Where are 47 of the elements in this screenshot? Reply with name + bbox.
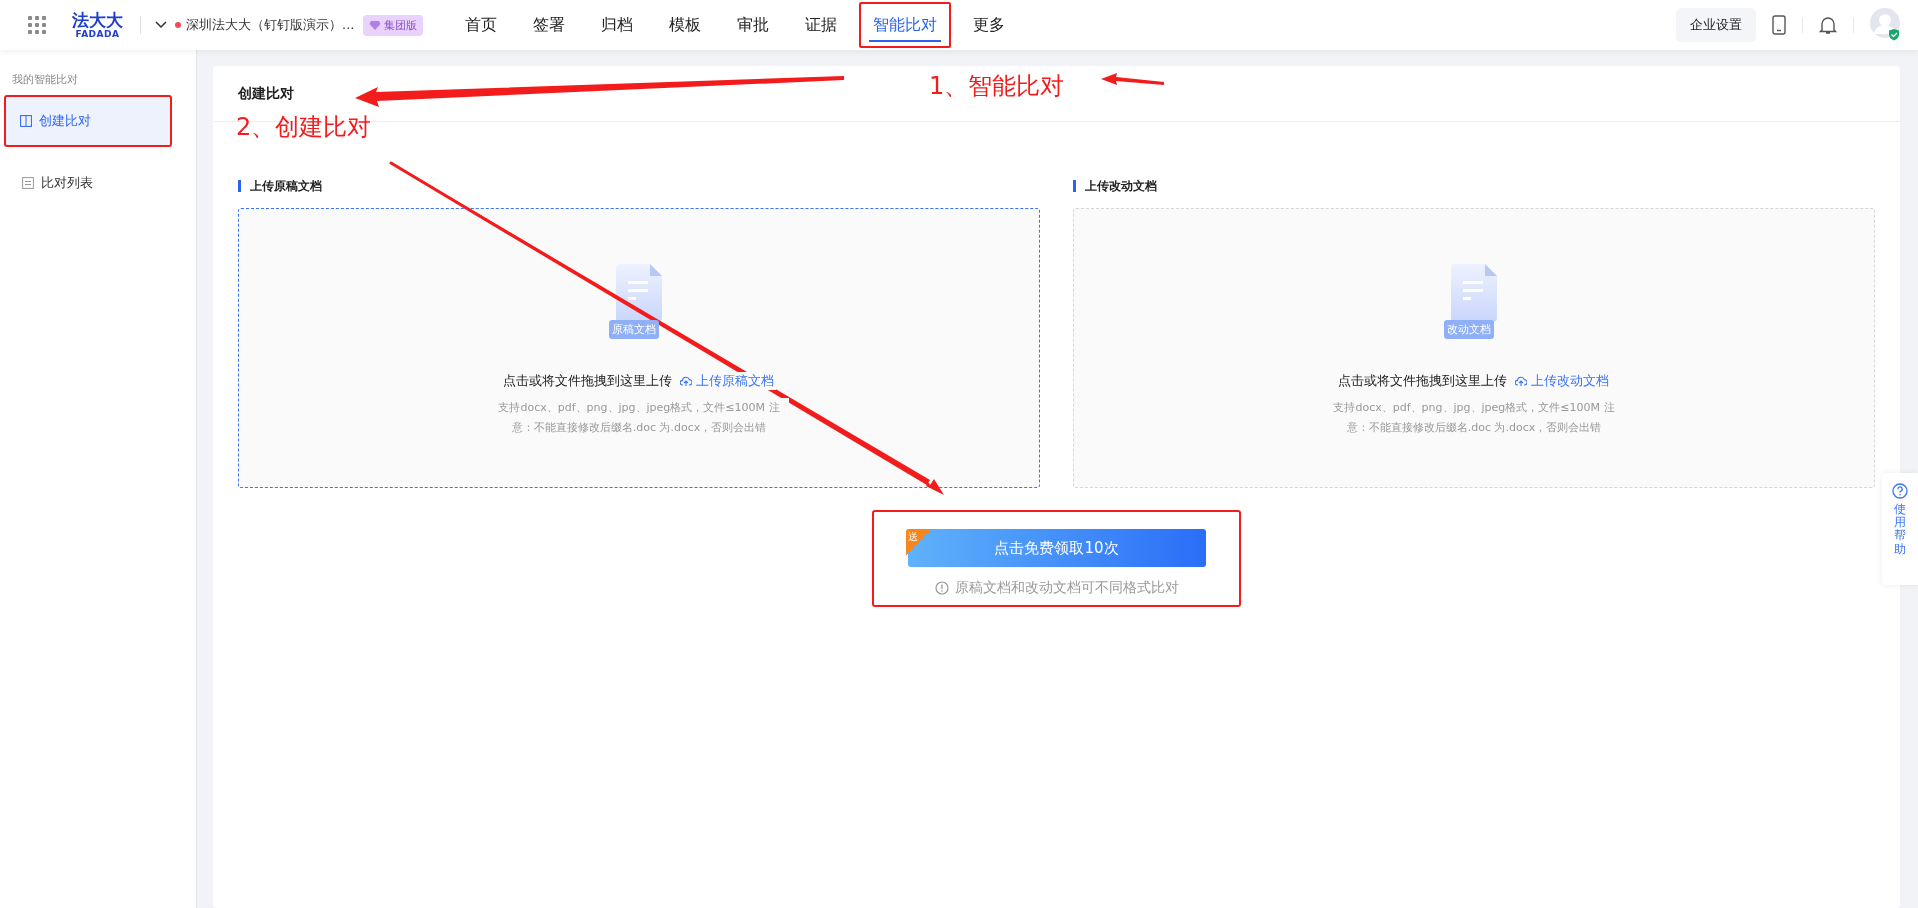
cloud-upload-icon [679, 375, 692, 387]
help-widget[interactable]: 使用帮助 [1882, 473, 1918, 585]
chevron-down-icon[interactable] [155, 21, 167, 29]
company-name[interactable]: 深圳法大大（钉钉版演示）... [186, 16, 355, 34]
enterprise-settings-button[interactable]: 企业设置 [1676, 8, 1756, 42]
nav-tab[interactable]: 签署 [519, 2, 580, 48]
document-icon [1451, 264, 1497, 322]
section-heading: 上传改动文档 [1073, 180, 1875, 192]
edition-label: 集团版 [384, 17, 418, 33]
format-note: 原稿文档和改动文档可不同格式比对 [954, 579, 1179, 597]
document-badge: 改动文档 [1444, 320, 1494, 339]
bell-icon[interactable] [1819, 15, 1837, 35]
section-heading: 上传原稿文档 [238, 180, 1040, 192]
annotation-arrow [1101, 73, 1164, 85]
nav-tab[interactable]: 审批 [723, 2, 784, 48]
upload-link[interactable]: 上传原稿文档 [677, 372, 776, 390]
upload-prompt: 点击或将文件拖拽到这里上传 [1337, 372, 1507, 390]
upload-dropzone[interactable]: 原稿文档 点击或将文件拖拽到这里上传 上传原稿文档 支持docx、pdf、png、jpg、jpeg格式，文件≤100M 注意：不能直接修改后缀名.doc 为.docx，否则会出错 [238, 208, 1040, 488]
info-icon [934, 581, 949, 595]
apps-grid-icon[interactable] [28, 16, 46, 34]
logo-subtext: FADADA [75, 29, 120, 39]
list-icon [22, 177, 34, 189]
nav-tab[interactable]: 模板 [655, 2, 716, 48]
nav-tab[interactable]: 更多 [959, 2, 1020, 48]
gem-icon [369, 19, 382, 31]
nav-tab[interactable]: 证据 [791, 2, 852, 48]
upload-prompt: 点击或将文件拖拽到这里上传 [502, 372, 672, 390]
upload-link[interactable]: 上传改动文档 [1512, 372, 1611, 390]
logo-text: 法大大 [72, 11, 123, 29]
nav-tab[interactable]: 归档 [587, 2, 648, 48]
document-icon [616, 264, 662, 322]
nav-tab[interactable]: 首页 [451, 2, 512, 48]
nav-tab[interactable]: 智能比对 [859, 2, 952, 48]
status-dot [175, 22, 181, 28]
sidebar-item[interactable]: 比对列表 [0, 155, 196, 211]
annotation-label: 2、创建比对 [236, 112, 372, 143]
columns-icon [20, 115, 32, 127]
page-title: 创建比对 [238, 84, 294, 103]
upload-dropzone[interactable]: 改动文档 点击或将文件拖拽到这里上传 上传改动文档 支持docx、pdf、png、jpg、jpeg格式，文件≤100M 注意：不能直接修改后缀名.doc 为.docx，否则会出错 [1073, 208, 1875, 488]
gift-corner-badge: 送 [906, 529, 932, 555]
phone-icon[interactable] [1772, 15, 1786, 35]
document-badge: 原稿文档 [609, 320, 659, 339]
sidebar-heading: 我的智能比对 [11, 72, 79, 88]
annotation-label: 1、智能比对 [929, 71, 1065, 102]
sidebar-item[interactable]: 创建比对 [4, 95, 172, 147]
help-icon [1892, 483, 1908, 499]
cloud-upload-icon [1514, 375, 1527, 387]
